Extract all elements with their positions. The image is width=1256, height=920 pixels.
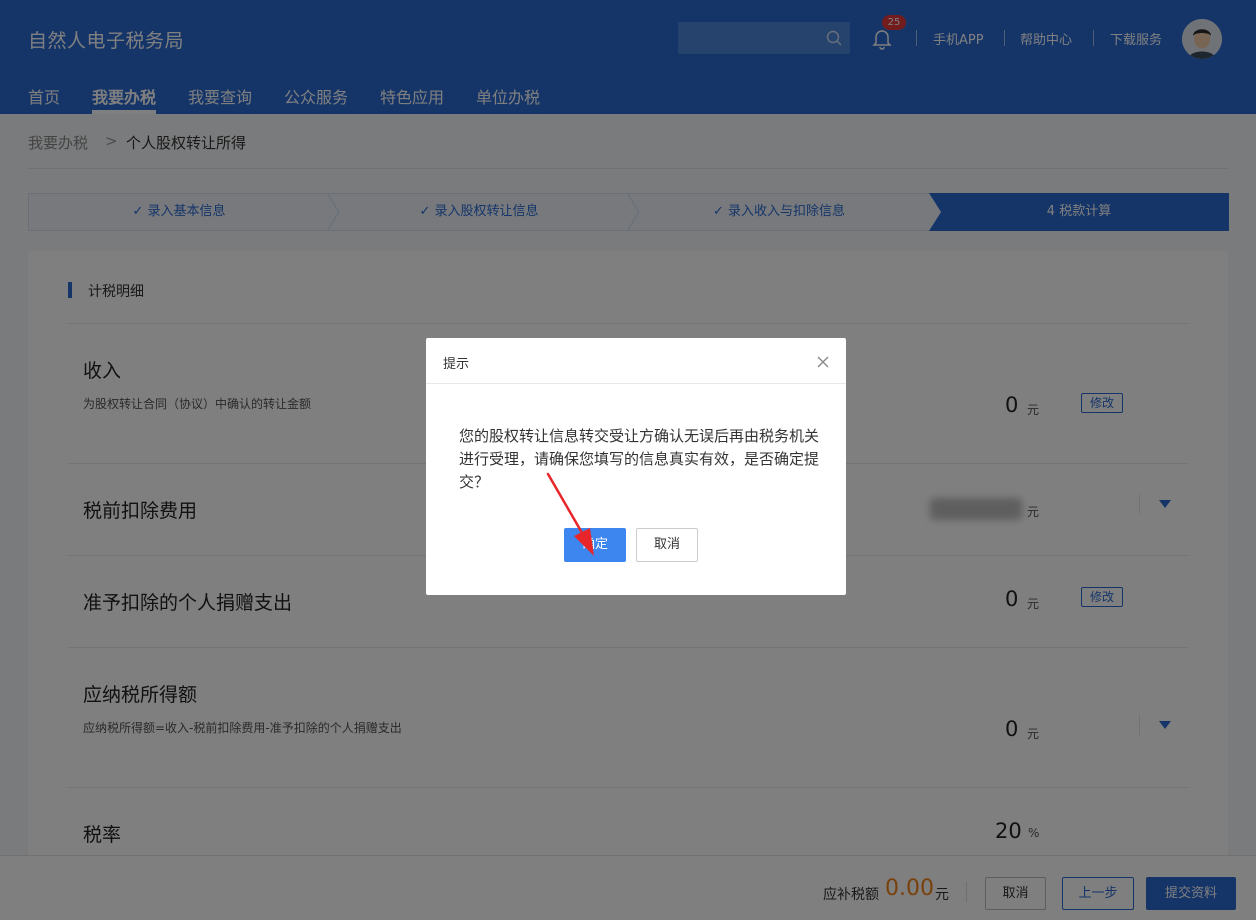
close-icon[interactable]	[816, 355, 830, 369]
confirm-button[interactable]: 确定	[564, 528, 626, 562]
dialog-cancel-button[interactable]: 取消	[636, 528, 698, 562]
dialog-message: 您的股权转让信息转交受让方确认无误后再由税务机关进行受理，请确保您填写的信息真实…	[459, 427, 820, 491]
divider	[426, 383, 846, 384]
confirm-dialog: 提示 您的股权转让信息转交受让方确认无误后再由税务机关进行受理，请确保您填写的信…	[426, 338, 846, 595]
dialog-title: 提示	[443, 357, 470, 372]
